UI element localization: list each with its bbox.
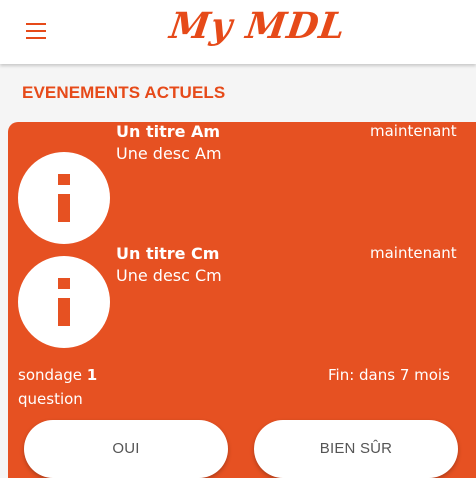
info-icon <box>18 152 110 244</box>
app-logo: My MDL <box>167 5 349 47</box>
event-item[interactable]: Un titre Cm Une desc Cm maintenant <box>8 244 476 364</box>
info-icon <box>18 256 110 348</box>
event-time: maintenant <box>370 122 457 140</box>
event-item[interactable]: Un titre Am Une desc Am maintenant <box>8 122 476 244</box>
poll-title: sondage 1 <box>18 366 97 384</box>
hamburger-menu-icon[interactable] <box>26 23 46 39</box>
poll-option-bien-sur-button[interactable]: BIEN SÛR <box>254 420 458 478</box>
app-bar: My MDL <box>0 0 476 64</box>
event-title: Un titre Am <box>116 122 221 141</box>
poll-end-time: Fin: dans 7 mois <box>328 366 450 384</box>
section-title: EVENEMENTS ACTUELS <box>22 83 226 102</box>
poll-title-word: sondage <box>18 366 82 384</box>
app-screen: My MDL EVENEMENTS ACTUELS Un titre Am Un… <box>0 0 476 478</box>
events-card: Un titre Am Une desc Am maintenant Un ti… <box>8 122 476 478</box>
event-time: maintenant <box>370 244 457 262</box>
poll-question: question <box>18 390 83 408</box>
event-title: Un titre Cm <box>116 244 220 263</box>
event-description: Une desc Am <box>116 144 222 163</box>
poll-option-oui-button[interactable]: OUI <box>24 420 228 478</box>
event-description: Une desc Cm <box>116 266 222 285</box>
poll-title-number: 1 <box>86 366 98 384</box>
